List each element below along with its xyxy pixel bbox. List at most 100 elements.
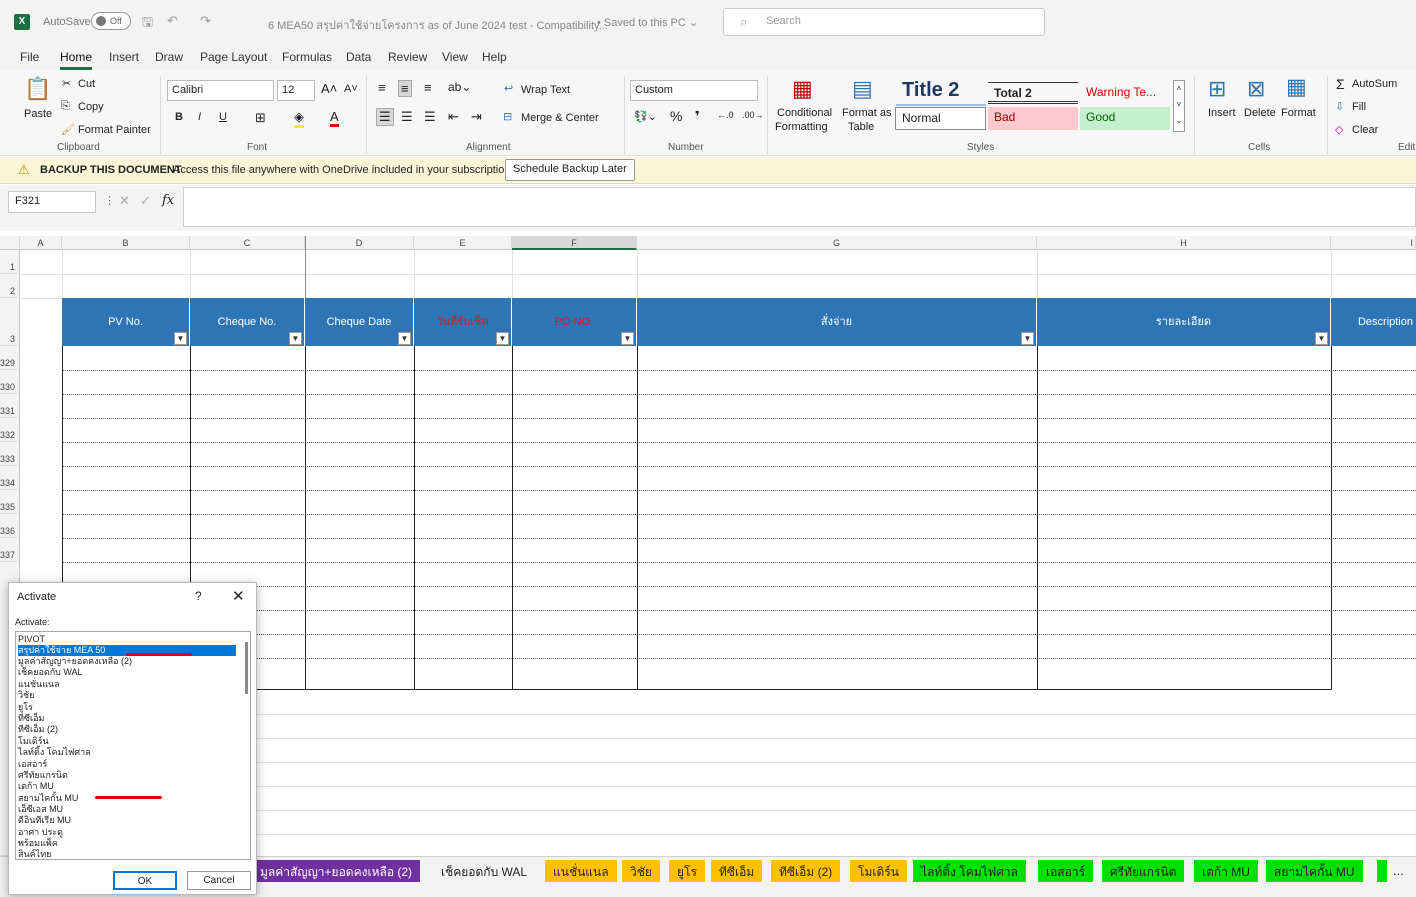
number-format-select[interactable]: Custom xyxy=(630,80,758,101)
fill-color-icon[interactable]: ◈ xyxy=(294,109,304,128)
confirm-entry-icon[interactable]: ✓ xyxy=(140,193,151,209)
schedule-backup-button[interactable]: Schedule Backup Later xyxy=(505,159,635,181)
menu-insert[interactable]: Insert xyxy=(109,50,139,64)
clear-button[interactable]: Clear xyxy=(1352,124,1378,136)
orientation-icon[interactable]: ab⌄ xyxy=(448,80,471,94)
ok-button[interactable]: OK xyxy=(113,871,177,890)
format-as-table-label[interactable]: Format as xyxy=(842,107,892,119)
list-scrollbar[interactable] xyxy=(245,642,248,694)
autosave-toggle[interactable]: Off xyxy=(91,12,131,30)
name-box[interactable]: F321 xyxy=(8,191,96,213)
sheet-tab[interactable]: เช็คยอดกับ WAL xyxy=(433,860,536,882)
table-header-cell[interactable]: รายละเอียด ▼ xyxy=(1037,298,1331,346)
style-normal[interactable]: Normal xyxy=(895,107,986,130)
sheet-tab[interactable]: ทีซีเอ็ม (2) xyxy=(771,860,841,882)
format-painter-button[interactable]: Format Painter xyxy=(78,124,151,136)
font-color-icon[interactable]: A xyxy=(330,109,339,127)
menu-file[interactable]: File xyxy=(20,50,39,64)
font-family-select[interactable]: Calibri xyxy=(167,80,274,101)
fill-button[interactable]: Fill xyxy=(1352,101,1366,113)
delete-cells-icon[interactable]: ⊠ xyxy=(1247,76,1265,102)
list-item[interactable]: เตก้า MU xyxy=(18,781,236,792)
cut-button[interactable]: Cut xyxy=(78,78,95,90)
list-item[interactable]: เช็คยอดกับ WAL xyxy=(18,667,236,678)
column-header[interactable]: B xyxy=(62,236,190,250)
column-header[interactable]: H xyxy=(1037,236,1331,250)
align-top-icon[interactable]: ≡ xyxy=(378,80,386,95)
delete-cells-button[interactable]: Delete xyxy=(1244,107,1276,119)
redo-icon[interactable]: ↷ xyxy=(200,13,211,29)
list-item[interactable]: ดีอินทีเรีย MU xyxy=(18,815,236,826)
list-item[interactable]: สินค์ไทย xyxy=(18,849,236,859)
style-total-2[interactable]: Total 2 xyxy=(988,82,1078,104)
sheet-list[interactable]: PIVOT สรุปค่าใช้จ่าย MEA 50 มูลค่าสัญญา+… xyxy=(15,631,251,860)
filter-dropdown-icon[interactable]: ▼ xyxy=(289,332,302,345)
insert-cells-icon[interactable]: ⊞ xyxy=(1208,76,1226,102)
table-header-cell[interactable]: วันที่รับเช็ค ▼ xyxy=(414,298,512,346)
more-sheets-icon[interactable]: ... xyxy=(1393,863,1404,878)
more-options-icon[interactable]: ⋮ xyxy=(104,194,115,207)
row-header[interactable]: 333 xyxy=(0,442,20,466)
menu-formulas[interactable]: Formulas xyxy=(282,50,332,64)
menu-draw[interactable]: Draw xyxy=(155,50,183,64)
list-item[interactable]: เอ็ซีเอส MU xyxy=(18,804,236,815)
italic-button[interactable]: I xyxy=(198,111,201,123)
format-cells-button[interactable]: Format xyxy=(1281,107,1316,119)
filter-dropdown-icon[interactable]: ▼ xyxy=(174,332,187,345)
increase-indent-icon[interactable]: ⇥ xyxy=(471,109,482,125)
menu-review[interactable]: Review xyxy=(388,50,427,64)
grow-font-icon[interactable]: A˄ xyxy=(321,81,337,96)
close-icon[interactable]: ✕ xyxy=(232,587,245,605)
filter-dropdown-icon[interactable]: ▼ xyxy=(496,332,509,345)
underline-button[interactable]: U xyxy=(219,111,227,123)
borders-icon[interactable]: ⊞ xyxy=(255,110,266,126)
align-center-icon[interactable]: ☰ xyxy=(401,109,413,125)
column-header-selected[interactable]: F xyxy=(512,236,637,250)
column-header[interactable]: I xyxy=(1331,236,1416,250)
row-header[interactable]: 331 xyxy=(0,394,20,418)
bold-button[interactable]: B xyxy=(175,111,183,123)
column-header[interactable]: G xyxy=(637,236,1037,250)
row-header[interactable]: 334 xyxy=(0,466,20,490)
menu-page-layout[interactable]: Page Layout xyxy=(200,50,267,64)
list-item[interactable]: ทีซีเอ็ม xyxy=(18,713,236,724)
paste-button[interactable]: Paste xyxy=(24,108,52,120)
cancel-entry-icon[interactable]: ✕ xyxy=(119,193,130,209)
list-item[interactable]: โมเดิร์น xyxy=(18,736,236,747)
accounting-format-icon[interactable]: 💱⌄ xyxy=(634,110,657,123)
table-header-cell[interactable]: Cheque No. ▼ xyxy=(190,298,305,346)
row-header[interactable]: 3 xyxy=(0,298,20,346)
sheet-tab[interactable]: ทีซีเอ็ม xyxy=(711,860,763,882)
decrease-indent-icon[interactable]: ⇤ xyxy=(448,109,459,125)
format-as-table-icon[interactable]: ▤ xyxy=(852,76,873,102)
table-header-cell[interactable]: PV No. ▼ xyxy=(62,298,190,346)
conditional-formatting-label[interactable]: Conditional xyxy=(777,107,832,119)
column-header[interactable]: C xyxy=(190,236,305,250)
list-item[interactable]: พร้อมแพ็ค xyxy=(18,838,236,849)
sheet-tab[interactable]: เตก้า MU xyxy=(1194,860,1258,882)
list-item[interactable]: เอสอาร์ xyxy=(18,759,236,770)
help-icon[interactable]: ? xyxy=(195,589,202,603)
merge-center-button[interactable]: Merge & Center xyxy=(521,112,599,124)
table-header-cell[interactable]: สั่งจ่าย ▼ xyxy=(637,298,1037,346)
list-item[interactable]: วิชัย xyxy=(18,690,236,701)
menu-view[interactable]: View xyxy=(442,50,468,64)
style-good[interactable]: Good xyxy=(1080,107,1170,130)
row-header[interactable]: 335 xyxy=(0,490,20,514)
sheet-tab-partial[interactable] xyxy=(1377,860,1387,882)
sheet-tab[interactable]: สยามไคกั้น MU xyxy=(1266,860,1363,882)
paste-icon[interactable]: 📋 xyxy=(24,76,51,102)
row-header[interactable]: 336 xyxy=(0,514,20,538)
row-header[interactable]: 1 xyxy=(0,250,20,274)
sheet-tab[interactable]: เอสอาร์ xyxy=(1038,860,1094,882)
sheet-tab[interactable]: ไลท์ติ้ง โคมไฟศาล xyxy=(913,860,1026,882)
menu-home[interactable]: Home xyxy=(60,50,93,70)
column-header[interactable]: E xyxy=(414,236,512,250)
document-title[interactable]: 6 MEA50 สรุปค่าใช้จ่ายโครงการ as of June… xyxy=(268,16,608,34)
list-item[interactable]: PIVOT xyxy=(18,634,236,645)
style-bad[interactable]: Bad xyxy=(988,107,1078,130)
list-item[interactable]: แนชั่นแนล xyxy=(18,679,236,690)
table-header-cell[interactable]: Description xyxy=(1331,298,1416,346)
style-title-2[interactable]: Title 2 xyxy=(896,76,986,106)
search-input[interactable]: ⌕ Search xyxy=(723,8,1045,36)
